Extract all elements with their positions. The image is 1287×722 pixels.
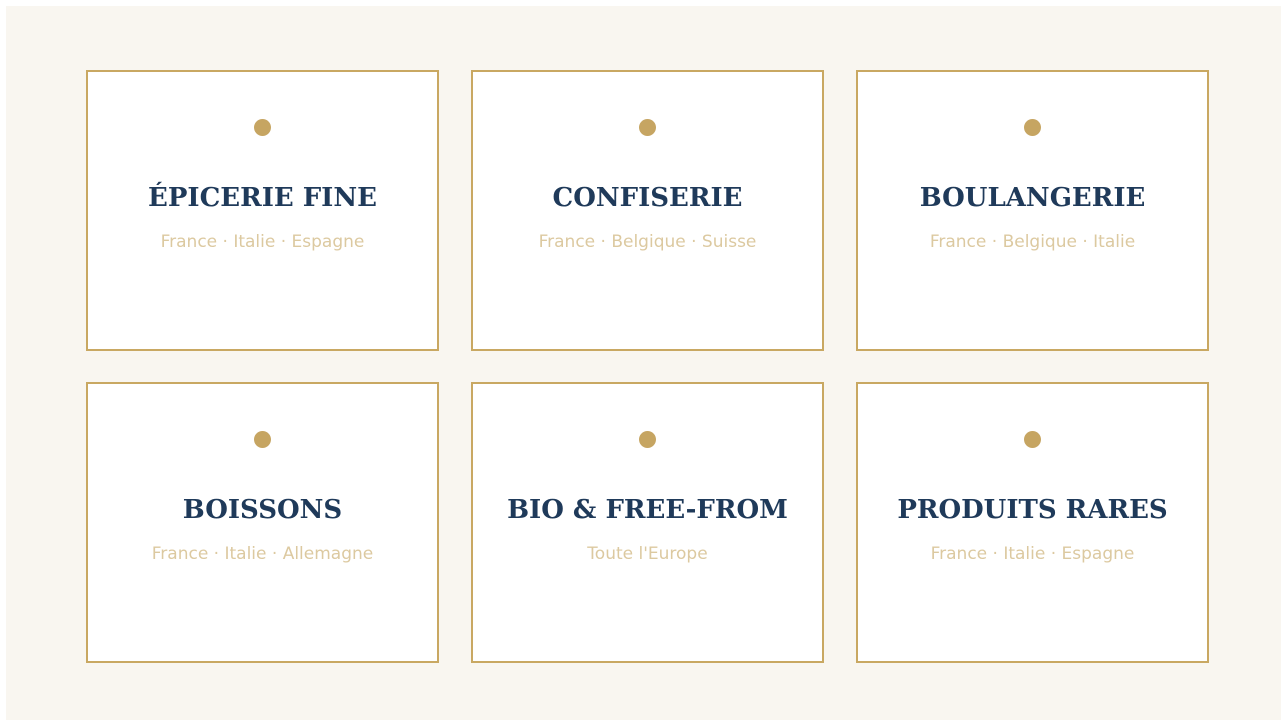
dot-icon <box>254 431 271 448</box>
category-origins: France · Italie · Espagne <box>160 232 365 252</box>
category-title: ÉPICERIE FINE <box>148 183 377 213</box>
category-card-boulangerie[interactable]: BOULANGERIE France · Belgique · Italie <box>856 70 1209 351</box>
page: ÉPICERIE FINE France · Italie · Espagne … <box>6 6 1281 720</box>
category-title: BOULANGERIE <box>919 183 1146 213</box>
category-origins: France · Italie · Allemagne <box>151 544 374 564</box>
dot-icon <box>1024 431 1041 448</box>
dot-icon <box>1024 119 1041 136</box>
category-title: PRODUITS RARES <box>897 495 1168 525</box>
category-origins: Toute l'Europe <box>587 544 708 564</box>
category-card-confiserie[interactable]: CONFISERIE France · Belgique · Suisse <box>471 70 824 351</box>
category-grid: ÉPICERIE FINE France · Italie · Espagne … <box>86 70 1209 663</box>
category-title: BIO & FREE-FROM <box>507 495 788 525</box>
dot-icon <box>639 119 656 136</box>
category-title: BOISSONS <box>182 495 343 525</box>
category-origins: France · Belgique · Suisse <box>538 232 757 252</box>
category-title: CONFISERIE <box>552 183 743 213</box>
category-origins: France · Belgique · Italie <box>929 232 1136 252</box>
category-card-bio-free-from[interactable]: BIO & FREE-FROM Toute l'Europe <box>471 382 824 663</box>
category-origins: France · Italie · Espagne <box>930 544 1135 564</box>
category-card-produits-rares[interactable]: PRODUITS RARES France · Italie · Espagne <box>856 382 1209 663</box>
dot-icon <box>639 431 656 448</box>
category-card-epicerie-fine[interactable]: ÉPICERIE FINE France · Italie · Espagne <box>86 70 439 351</box>
dot-icon <box>254 119 271 136</box>
category-card-boissons[interactable]: BOISSONS France · Italie · Allemagne <box>86 382 439 663</box>
